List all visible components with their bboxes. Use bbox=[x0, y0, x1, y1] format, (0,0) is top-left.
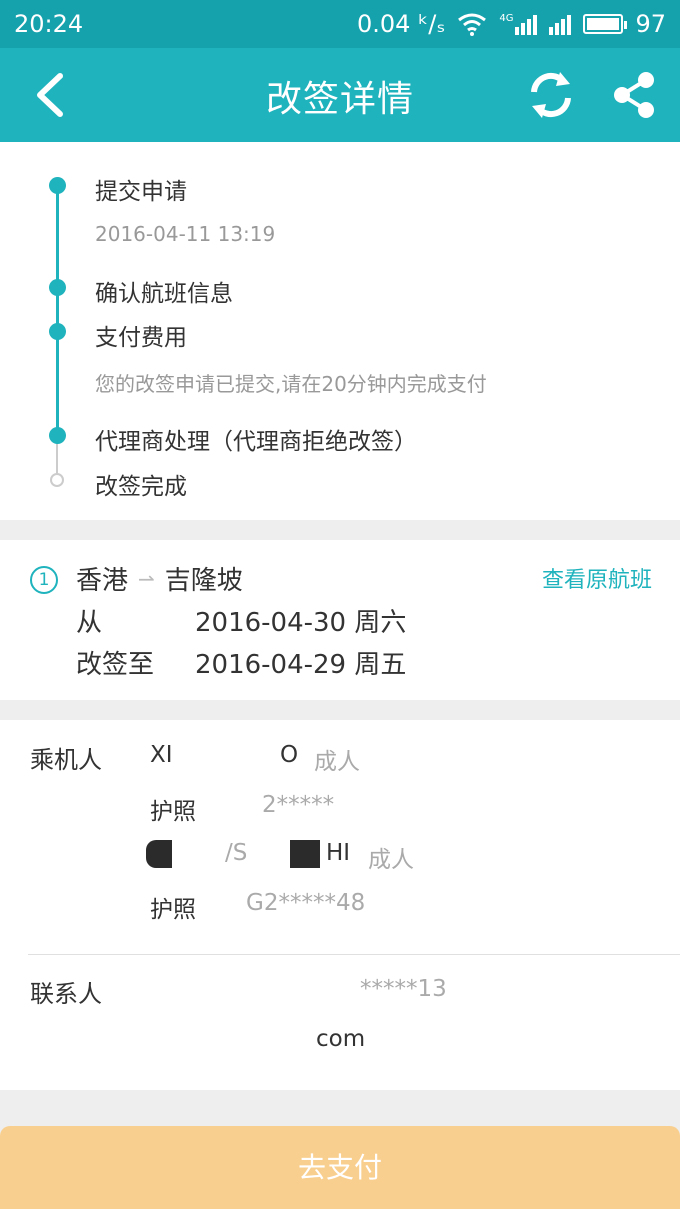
timeline-line bbox=[56, 186, 59, 434]
passenger-section-label: 乘机人 bbox=[30, 746, 102, 774]
status-bar: 20:24 0.04 ᵏ/ₛ 4G 97 bbox=[0, 0, 680, 48]
contact-email: com bbox=[316, 1026, 366, 1052]
view-original-flight-link[interactable]: 查看原航班 bbox=[542, 562, 652, 594]
app-header: 改签详情 bbox=[0, 48, 680, 142]
share-icon[interactable] bbox=[610, 70, 656, 120]
passenger-1-doc-label: 护照 bbox=[150, 799, 196, 825]
pay-button[interactable]: 去支付 bbox=[0, 1126, 680, 1209]
passenger-2-name-mid: /S bbox=[225, 840, 248, 866]
status-time: 20:24 bbox=[14, 10, 84, 38]
passenger-contact-card: 乘机人 XI O 成人 护照 2***** /S HI 成人 护照 G2****… bbox=[0, 720, 680, 1090]
contact-section-label: 联系人 bbox=[30, 980, 102, 1008]
destination-city: 吉隆坡 bbox=[164, 566, 243, 596]
redacted-block bbox=[146, 840, 172, 868]
battery-level: 97 bbox=[635, 10, 666, 38]
passenger-1-doc-number: 2***** bbox=[262, 792, 335, 818]
new-date-label: 改签至 bbox=[76, 650, 155, 680]
section-divider bbox=[28, 954, 680, 955]
refresh-icon[interactable] bbox=[524, 68, 578, 122]
from-date-value: 2016-04-30 周六 bbox=[195, 608, 407, 638]
page-title: 改签详情 bbox=[265, 79, 414, 120]
flight-route: 香港 ⇀ 吉隆坡 bbox=[76, 560, 243, 597]
signal-icon bbox=[549, 13, 572, 35]
battery-icon bbox=[583, 14, 628, 34]
contact-phone: *****13 bbox=[360, 976, 447, 1002]
passenger-1-name: XI bbox=[150, 742, 173, 768]
wifi-icon bbox=[458, 13, 487, 36]
timeline-dot-done bbox=[49, 323, 66, 340]
step-pay-label: 支付费用 bbox=[95, 325, 187, 351]
passenger-1-type: 成人 bbox=[314, 749, 360, 775]
route-arrow-icon: ⇀ bbox=[138, 566, 155, 591]
passenger-2-doc-number: G2*****48 bbox=[246, 890, 366, 916]
from-date-label: 从 bbox=[76, 608, 103, 638]
passenger-1-name-end: O bbox=[280, 742, 299, 768]
step-submit-label: 提交申请 bbox=[95, 179, 187, 205]
progress-timeline: 提交申请 2016-04-11 13:19 确认航班信息 支付费用 您的改签申请… bbox=[0, 142, 680, 520]
passenger-2-name-end: HI bbox=[326, 840, 351, 866]
passenger-2-type: 成人 bbox=[368, 847, 414, 873]
timeline-dot-pending bbox=[50, 473, 64, 487]
signal-4g-icon: 4G bbox=[499, 13, 538, 35]
flight-index-badge: 1 bbox=[30, 566, 58, 594]
step-submit-time: 2016-04-11 13:19 bbox=[95, 222, 276, 246]
network-type: 4G bbox=[499, 13, 514, 24]
status-icons: 0.04 ᵏ/ₛ 4G 97 bbox=[357, 10, 666, 38]
new-date-value: 2016-04-29 周五 bbox=[195, 650, 407, 680]
step-complete-label: 改签完成 bbox=[95, 474, 187, 500]
step-confirm-label: 确认航班信息 bbox=[95, 281, 233, 307]
origin-city: 香港 bbox=[76, 566, 129, 596]
step-pay-note: 您的改签申请已提交,请在20分钟内完成支付 bbox=[95, 372, 487, 396]
timeline-dot-done bbox=[49, 177, 66, 194]
timeline-dot-current bbox=[49, 427, 66, 444]
step-agent-label: 代理商处理（代理商拒绝改签） bbox=[95, 429, 417, 455]
passenger-2-doc-label: 护照 bbox=[150, 897, 196, 923]
flight-info-card: 1 香港 ⇀ 吉隆坡 查看原航班 从 2016-04-30 周六 改签至 201… bbox=[0, 540, 680, 700]
redacted-block bbox=[290, 840, 320, 868]
timeline-dot-done bbox=[49, 279, 66, 296]
network-speed: 0.04 ᵏ/ₛ bbox=[357, 10, 446, 38]
